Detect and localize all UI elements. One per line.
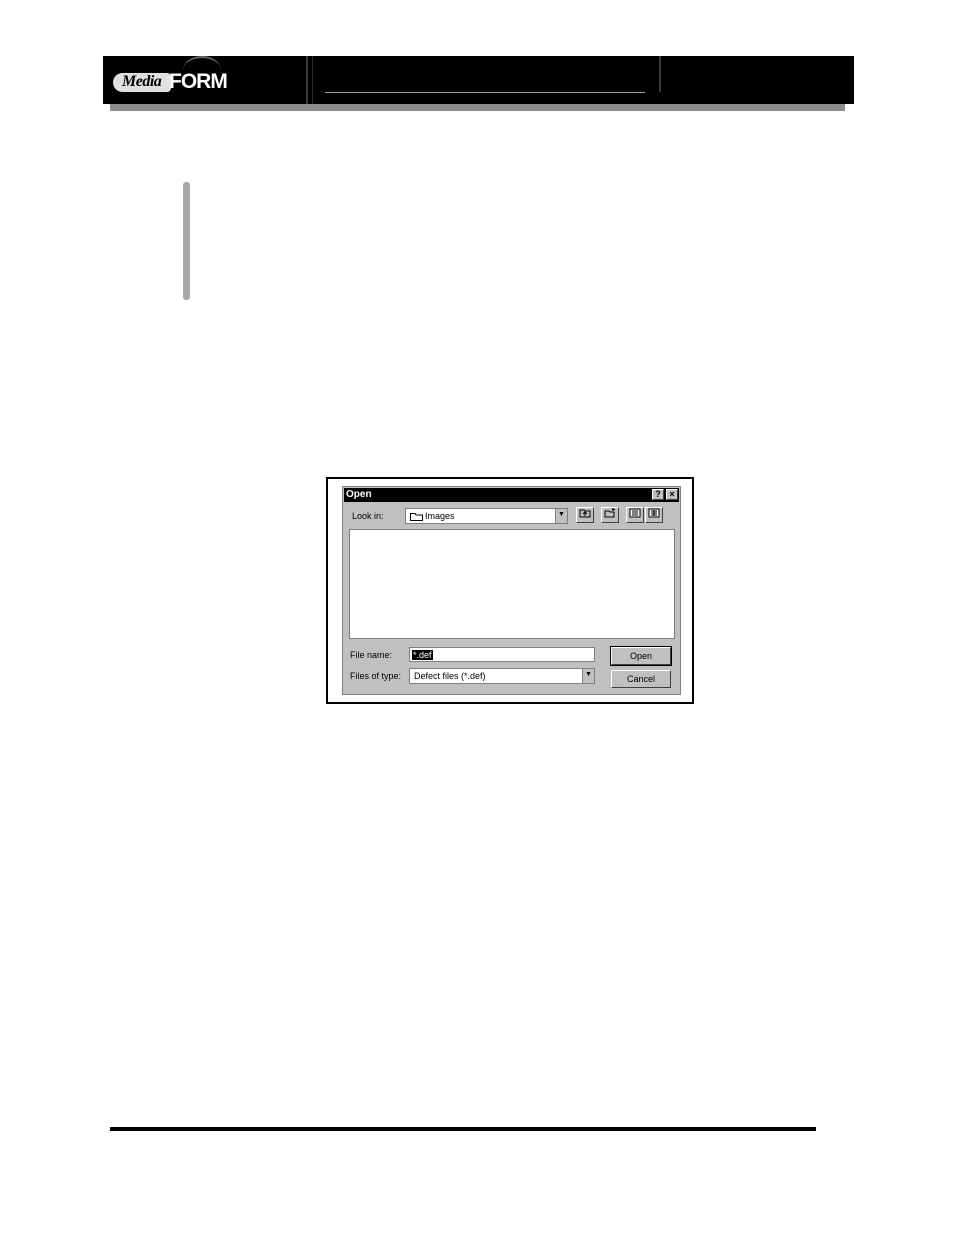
details-view-button[interactable] — [645, 507, 663, 523]
footer-rule — [110, 1127, 816, 1131]
header-banner: Media FORM — [103, 56, 854, 104]
file-name-value: *.def — [412, 650, 433, 660]
look-in-label: Look in: — [352, 511, 384, 521]
header-divider — [659, 56, 661, 92]
open-dialog: Open ? × Look in: Images ▼ File name: *.… — [342, 486, 681, 695]
files-of-type-label: Files of type: — [350, 671, 402, 681]
list-view-icon — [629, 508, 641, 518]
files-of-type-dropdown[interactable]: Defect files (*.def) ▼ — [409, 668, 595, 684]
open-button[interactable]: Open — [610, 646, 672, 666]
up-one-level-button[interactable] — [576, 507, 594, 523]
details-view-icon — [648, 508, 660, 518]
new-folder-icon — [604, 508, 615, 518]
dialog-titlebar: Open ? × — [344, 488, 679, 502]
logo-media-text: Media — [122, 73, 162, 90]
cancel-button[interactable]: Cancel — [611, 670, 671, 688]
file-name-label: File name: — [350, 650, 393, 660]
dropdown-arrow-icon[interactable]: ▼ — [555, 509, 567, 523]
mediaform-logo: Media FORM — [113, 56, 231, 96]
file-name-input[interactable]: *.def — [409, 647, 595, 662]
file-list[interactable] — [349, 529, 675, 639]
close-button[interactable]: × — [666, 489, 678, 500]
dialog-title: Open — [346, 489, 372, 500]
header-divider — [306, 56, 308, 104]
up-folder-icon — [579, 509, 591, 518]
look-in-dropdown[interactable]: Images ▼ — [405, 508, 568, 524]
files-of-type-value: Defect files (*.def) — [414, 671, 486, 681]
help-button[interactable]: ? — [652, 489, 664, 500]
folder-icon — [410, 513, 423, 521]
header-rule — [325, 92, 645, 93]
look-in-value: Images — [425, 511, 455, 521]
header-divider — [312, 56, 313, 104]
list-view-button[interactable] — [626, 507, 644, 523]
margin-bar — [183, 182, 190, 300]
new-folder-button[interactable] — [601, 507, 619, 523]
logo-swoosh — [183, 56, 221, 84]
dropdown-arrow-icon[interactable]: ▼ — [582, 669, 594, 683]
